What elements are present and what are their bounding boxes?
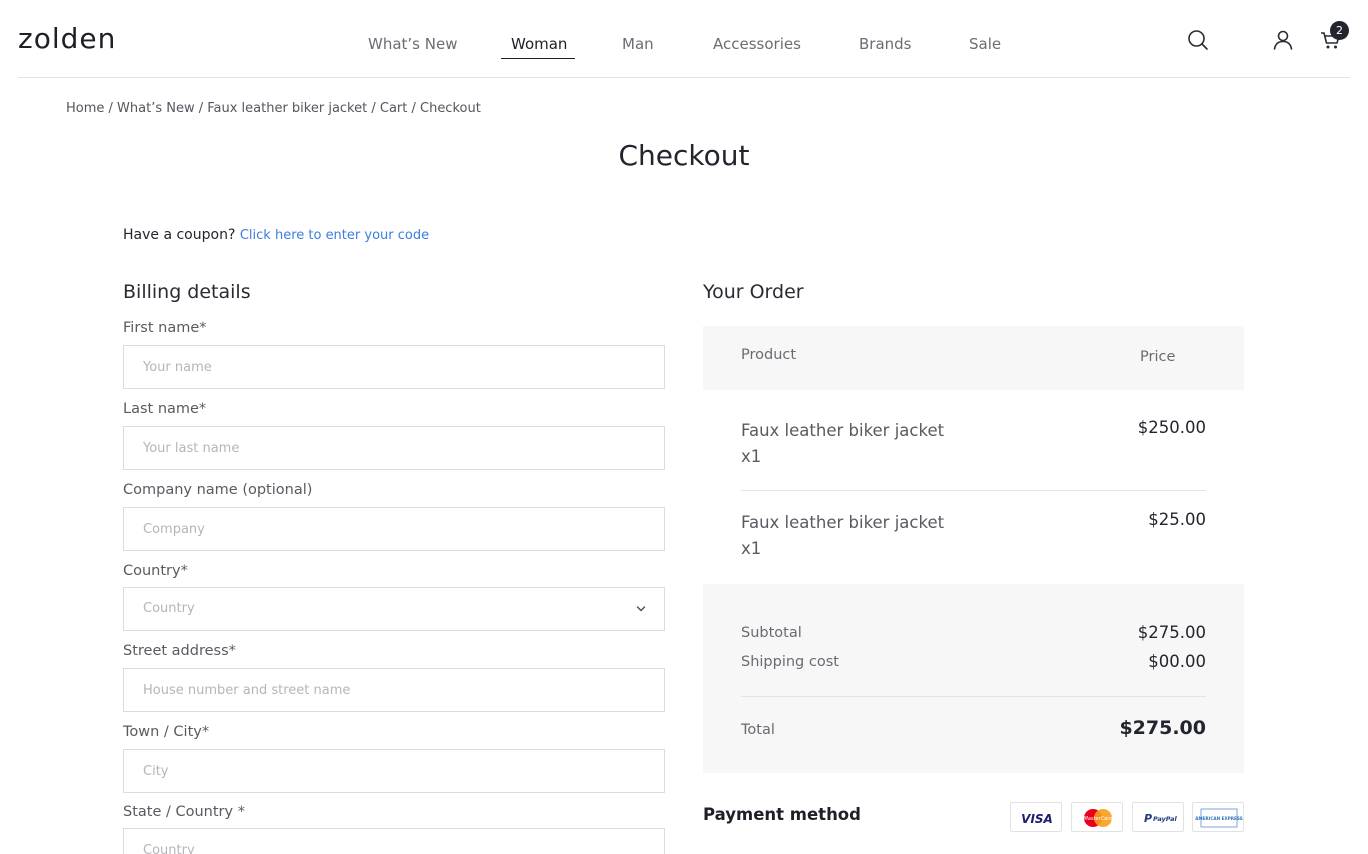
svg-text:MasterCard: MasterCard [1084,816,1114,822]
shipping-value: $00.00 [1148,652,1206,671]
american-express-card-icon[interactable]: AMERICAN EXPRESS [1192,802,1244,832]
nav-item-man[interactable]: Man [622,35,654,53]
first-name-input[interactable] [123,345,665,389]
shipping-row: Shipping cost $00.00 [741,652,1206,671]
subtotal-label: Subtotal [741,625,802,641]
street-address-label: Street address* [123,643,236,659]
mastercard-card-icon[interactable]: MasterCard [1071,802,1123,832]
order-table-header: Product Price [703,326,1244,390]
total-value: $275.00 [1119,717,1206,739]
svg-text:AMERICAN EXPRESS: AMERICAN EXPRESS [1195,816,1242,821]
svg-text:VISA: VISA [1021,812,1053,826]
payment-method-title: Payment method [703,805,861,824]
active-nav-underline [501,58,575,59]
order-totals: Subtotal $275.00 Shipping cost $00.00 To… [703,584,1244,773]
totals-divider [741,696,1206,697]
order-item-qty: x1 [741,447,762,466]
order-item-qty: x1 [741,539,762,558]
nav-item-whats-new[interactable]: What’s New [368,35,457,53]
item-divider [741,490,1206,491]
town-city-label: Town / City* [123,724,210,740]
order-title: Your Order [703,281,804,303]
company-name-label: Company name (optional) [123,482,313,498]
town-city-input[interactable] [123,749,665,793]
order-item-name: Faux leather biker jacket [741,513,945,532]
order-item: Faux leather biker jacket x1 $250.00 [741,418,1206,470]
order-item-price: $25.00 [1148,510,1206,529]
page-title: Checkout [618,139,750,172]
billing-title: Billing details [123,281,251,303]
coupon-prompt: Have a coupon? Click here to enter your … [123,227,429,243]
shipping-label: Shipping cost [741,654,839,670]
billing-details: Billing details First name* Last name* C… [123,281,665,854]
nav-item-accessories[interactable]: Accessories [713,35,801,53]
svg-text:PayPal: PayPal [1153,815,1178,823]
first-name-label: First name* [123,320,207,336]
total-row: Total $275.00 [741,717,1206,739]
nav-item-brands[interactable]: Brands [859,35,912,53]
paypal-card-icon[interactable]: P PayPal [1132,802,1184,832]
last-name-label: Last name* [123,401,207,417]
state-country-input[interactable] [123,828,665,854]
user-icon[interactable] [1271,28,1295,52]
order-summary: Your Order Product Price Faux leather bi… [703,281,1244,773]
product-column-header: Product [741,347,797,363]
price-column-header: Price [1140,349,1176,365]
nav-item-woman[interactable]: Woman [511,35,567,53]
company-name-input[interactable] [123,507,665,551]
country-select[interactable]: Country [123,587,665,631]
site-header: zolden What’s New Woman Man Accessories … [18,0,1350,78]
logo[interactable]: zolden [18,22,116,55]
last-name-input[interactable] [123,426,665,470]
order-item: Faux leather biker jacket x1 $25.00 [741,510,1206,562]
coupon-text: Have a coupon? [123,227,236,243]
state-country-label: State / Country * [123,804,245,820]
visa-card-icon[interactable]: VISA [1010,802,1062,832]
order-item-name: Faux leather biker jacket [741,421,945,440]
subtotal-row: Subtotal $275.00 [741,623,1206,642]
country-select-placeholder: Country [143,601,195,616]
street-address-input[interactable] [123,668,665,712]
order-item-price: $250.00 [1137,418,1206,437]
chevron-down-icon [636,606,646,612]
subtotal-value: $275.00 [1137,623,1206,642]
search-icon[interactable] [1186,28,1210,52]
coupon-link[interactable]: Click here to enter your code [240,228,429,243]
country-label: Country* [123,563,188,579]
nav-item-sale[interactable]: Sale [969,35,1001,53]
breadcrumb[interactable]: Home / What’s New / Faux leather biker j… [66,101,481,116]
svg-text:P: P [1144,812,1152,825]
cart-count-badge: 2 [1330,21,1349,40]
